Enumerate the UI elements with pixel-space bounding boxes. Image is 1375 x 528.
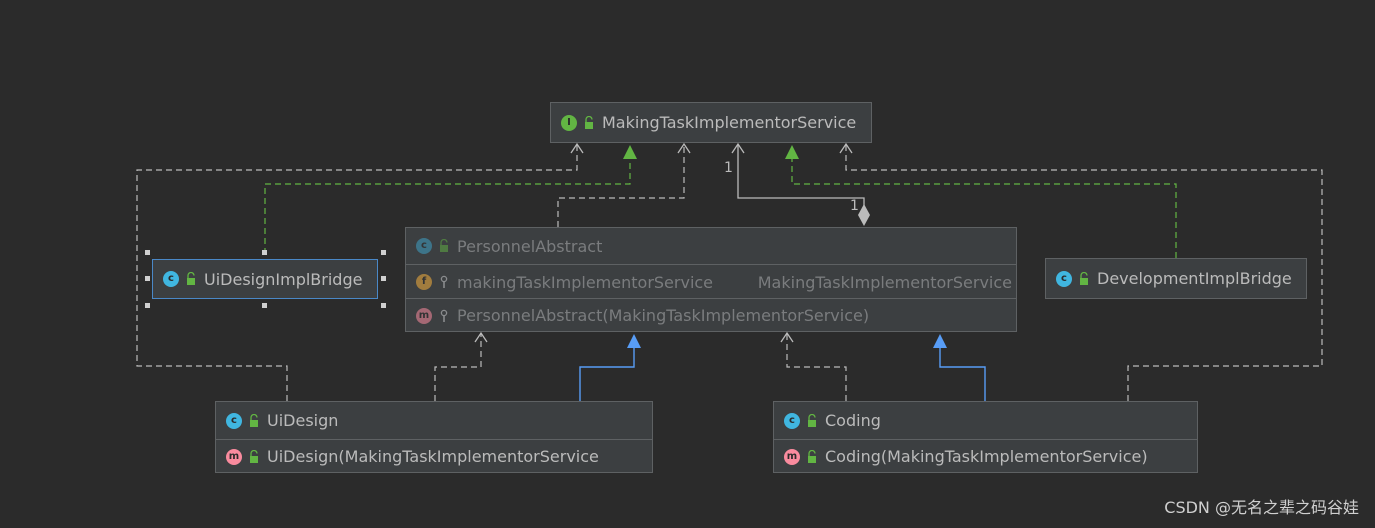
- field-name: makingTaskImplementorService: [457, 272, 714, 292]
- extends-arrowhead: [627, 334, 641, 348]
- resize-handle[interactable]: [381, 303, 386, 308]
- method-icon: m: [784, 448, 800, 465]
- node-title: MakingTaskImplementorService: [602, 113, 857, 132]
- key-icon: [440, 309, 448, 322]
- abstract-class-icon: c: [416, 238, 432, 254]
- multiplicity-source: 1: [724, 160, 733, 176]
- extends-arrowhead: [933, 334, 947, 348]
- abstract-node[interactable]: c PersonnelAbstract f makingTaskImplemen…: [405, 227, 1017, 332]
- method-icon: m: [416, 307, 432, 324]
- node-title: PersonnelAbstract: [457, 236, 603, 256]
- node-title: UiDesignImplBridge: [204, 269, 363, 289]
- method-row[interactable]: m PersonnelAbstract(MakingTaskImplemento…: [406, 298, 1016, 332]
- method-name: Coding(MakingTaskImplementorService): [825, 447, 1148, 466]
- interface-icon: I: [561, 114, 577, 131]
- class-icon: c: [226, 412, 242, 429]
- extends-coding: [939, 347, 986, 401]
- coding-node[interactable]: c Coding m Coding(MakingTaskImplementorS…: [773, 401, 1198, 473]
- field-row[interactable]: f makingTaskImplementorService MakingTas…: [406, 264, 1016, 299]
- implements-arrowhead: [785, 145, 799, 159]
- method-name: UiDesign(MakingTaskImplementorService: [267, 447, 599, 466]
- interface-node[interactable]: I MakingTaskImplementorService: [550, 102, 872, 143]
- resize-handle[interactable]: [145, 250, 150, 255]
- lock-open-icon: [1080, 271, 1088, 285]
- lock-open-icon: [250, 449, 258, 463]
- watermark: CSDN @无名之辈之码谷娃: [1164, 498, 1359, 517]
- node-title: Coding: [825, 411, 881, 430]
- uidesign-node[interactable]: c UiDesign m UiDesign(MakingTaskImplemen…: [215, 401, 653, 473]
- lock-open-icon: [808, 449, 816, 463]
- field-icon: f: [416, 274, 432, 290]
- method-name: PersonnelAbstract(MakingTaskImplementorS…: [457, 306, 870, 325]
- key-icon: [440, 275, 448, 288]
- resize-handle[interactable]: [262, 303, 267, 308]
- multiplicity-target: 1: [850, 198, 859, 214]
- aggregation-diamond: [858, 204, 870, 226]
- class-icon: c: [163, 271, 179, 287]
- lock-open-icon: [187, 272, 195, 285]
- ui-bridge-node[interactable]: c UiDesignImplBridge: [152, 259, 378, 299]
- dependency-uidesign-abstract: [434, 333, 482, 401]
- dev-bridge-node[interactable]: c DevelopmentImplBridge: [1045, 258, 1307, 299]
- lock-open-icon: [250, 413, 258, 427]
- node-title: UiDesign: [267, 411, 339, 430]
- method-row[interactable]: m UiDesign(MakingTaskImplementorService: [216, 439, 652, 473]
- resize-handle[interactable]: [381, 276, 386, 281]
- resize-handle[interactable]: [262, 250, 267, 255]
- extends-uidesign: [579, 347, 635, 401]
- dependency-coding-abstract: [786, 333, 847, 401]
- node-title: DevelopmentImplBridge: [1097, 269, 1292, 288]
- class-icon: c: [784, 412, 800, 429]
- lock-open-icon: [808, 413, 816, 427]
- method-row[interactable]: m Coding(MakingTaskImplementorService): [774, 439, 1197, 473]
- resize-handle[interactable]: [145, 276, 150, 281]
- class-icon: c: [1056, 270, 1072, 287]
- aggregation-abstract-interface: [737, 144, 865, 206]
- implements-arrowhead: [623, 145, 637, 159]
- resize-handle[interactable]: [381, 250, 386, 255]
- lock-open-icon: [585, 115, 593, 129]
- lock-open-icon: [440, 239, 448, 252]
- resize-handle[interactable]: [145, 303, 150, 308]
- field-type: MakingTaskImplementorService: [757, 272, 1012, 292]
- method-icon: m: [226, 448, 242, 465]
